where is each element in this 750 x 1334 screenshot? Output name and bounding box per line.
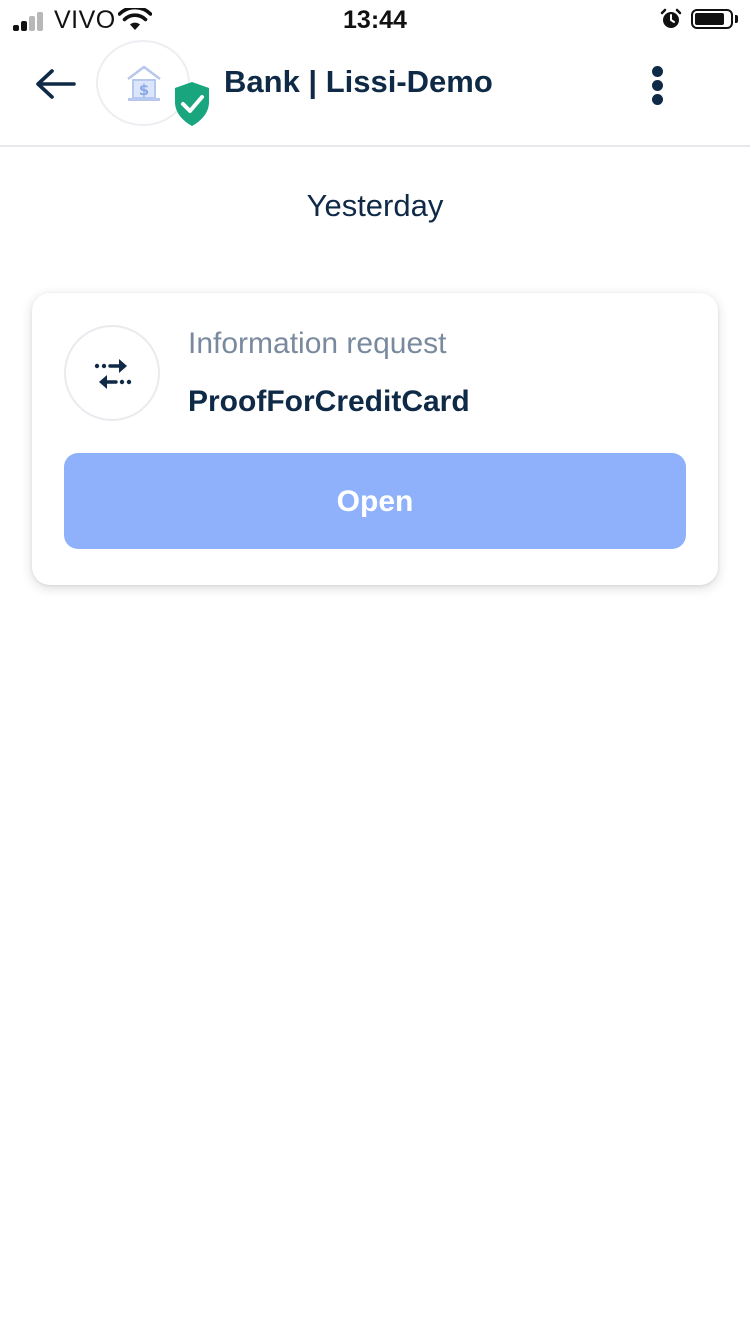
app-header: $ Bank | Lissi-Demo: [0, 40, 750, 147]
verified-badge: [172, 80, 212, 133]
back-button[interactable]: [30, 64, 82, 104]
open-button[interactable]: Open: [64, 453, 686, 549]
more-vertical-icon: [652, 66, 663, 77]
request-card[interactable]: Information request ProofForCreditCard O…: [32, 293, 718, 585]
shield-check-icon: [175, 82, 209, 126]
clock: 13:44: [343, 6, 407, 34]
alarm-icon: [660, 8, 682, 35]
status-bar: VIVO 13:44: [0, 0, 750, 40]
bank-icon: $: [127, 65, 161, 101]
card-icon: [64, 325, 160, 421]
card-type-label: Information request: [188, 327, 447, 360]
more-options-button[interactable]: [640, 60, 676, 110]
battery-cap: [735, 15, 738, 23]
date-separator: Yesterday: [306, 188, 444, 223]
screen: VIVO 13:44 $ Bank | Lissi-Demo Yesterday…: [0, 0, 750, 1334]
battery-icon: [691, 9, 733, 29]
arrow-left-icon: [36, 69, 76, 99]
more-vertical-icon: [652, 80, 663, 91]
exchange-arrows-icon: [94, 359, 132, 389]
more-vertical-icon: [652, 94, 663, 105]
battery-level: [695, 13, 724, 25]
page-title: Bank | Lissi-Demo: [224, 64, 493, 99]
svg-text:$: $: [139, 81, 149, 99]
card-title: ProofForCreditCard: [188, 385, 470, 418]
